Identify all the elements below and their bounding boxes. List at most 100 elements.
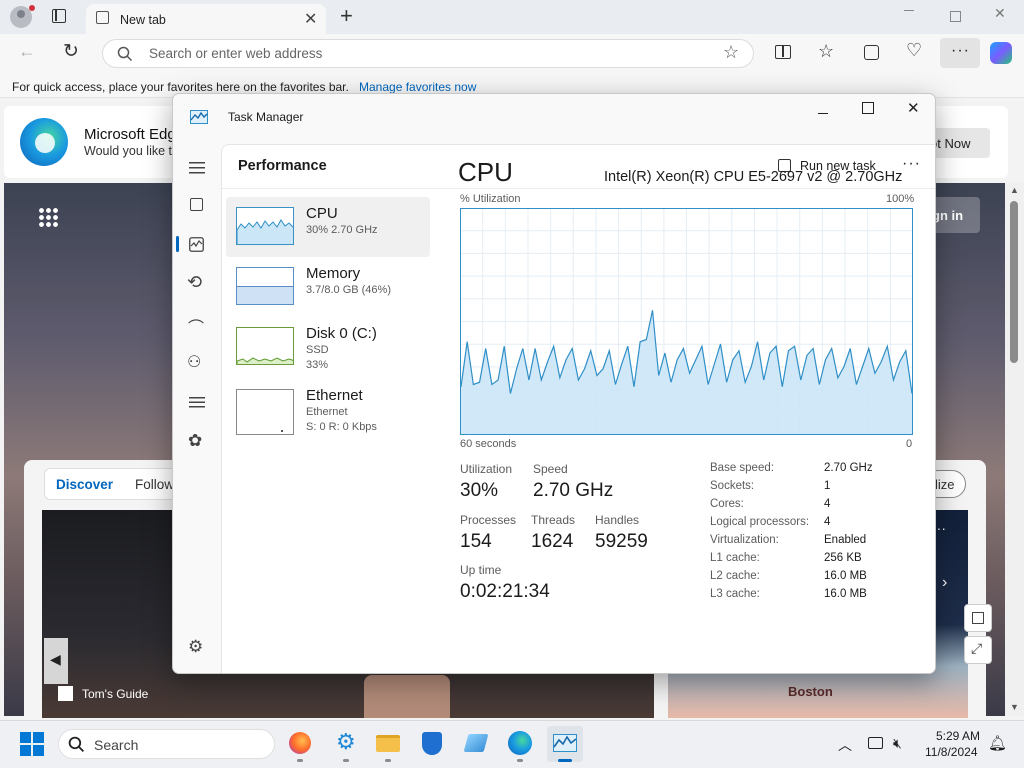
firefox-icon <box>289 732 311 754</box>
close-tab-icon[interactable]: ✕ <box>304 9 317 29</box>
notification-bell-icon[interactable]: 🔔︎ <box>988 734 1007 752</box>
tab-following[interactable]: Follow <box>135 477 174 492</box>
handles-label: Handles <box>595 513 640 527</box>
tab-new-tab[interactable]: New tab ✕ <box>86 4 326 34</box>
folder-icon <box>376 735 400 752</box>
chevron-right-icon[interactable]: › <box>942 574 947 592</box>
services-icon[interactable]: ✿ <box>188 431 202 451</box>
profile-avatar[interactable] <box>10 5 35 28</box>
graph-max-label: 100% <box>886 193 915 205</box>
cpu-heading: CPU <box>458 157 513 187</box>
item-name: Disk 0 (C:) <box>306 325 377 342</box>
taskbar-file-explorer[interactable] <box>370 726 406 762</box>
item-name: Memory <box>306 265 361 282</box>
taskbar-app-gear[interactable]: ⚙ <box>328 726 364 762</box>
startup-apps-icon[interactable]: ⌒ <box>188 314 204 338</box>
carousel-prev-button[interactable]: ◀ <box>44 638 68 684</box>
show-hidden-icons-chevron-icon[interactable]: ︿ <box>838 735 852 755</box>
speed-value: 2.70 GHz <box>533 480 614 501</box>
edge-logo-icon <box>20 118 68 166</box>
hamburger-menu-icon[interactable] <box>189 162 205 174</box>
favorites-icon[interactable]: ☆ <box>818 41 834 62</box>
edit-image-button[interactable] <box>964 604 992 632</box>
collections-icon[interactable] <box>864 45 879 60</box>
vertical-tabs-icon[interactable] <box>52 9 66 23</box>
clock-time[interactable]: 5:29 AM <box>936 729 980 743</box>
search-icon <box>68 736 85 753</box>
expand-icon: ⤢ <box>971 640 983 656</box>
more-options-icon[interactable]: ··· <box>902 155 921 173</box>
window-controls: ✕ <box>880 5 1020 28</box>
taskbar-task-manager[interactable] <box>547 726 583 762</box>
cpu-thumbnail-graph <box>237 219 293 244</box>
taskbar-edge[interactable] <box>502 726 538 762</box>
performance-icon[interactable] <box>189 237 204 252</box>
item-sub: 30% 2.70 GHz <box>306 224 378 236</box>
resource-item-disk[interactable]: Disk 0 (C:) SSD 33% <box>226 317 430 377</box>
close-icon[interactable]: ✕ <box>907 99 920 117</box>
volume-muted-icon[interactable]: 🔇︎ <box>893 735 902 752</box>
close-window-icon[interactable]: ✕ <box>994 5 1006 22</box>
settings-icon[interactable]: ⚙ <box>188 637 203 657</box>
address-placeholder: Search or enter web address <box>149 46 323 61</box>
taskbar-app-pen[interactable] <box>458 726 494 762</box>
ethernet-thumbnail-dot <box>281 430 283 432</box>
item-sub-2: 33% <box>306 359 329 371</box>
tomsguide-logo-icon <box>58 686 73 701</box>
item-name: Ethernet <box>306 387 363 404</box>
copilot-icon[interactable] <box>990 42 1012 64</box>
restore-icon[interactable] <box>950 11 961 22</box>
item-sub-2: S: 0 R: 0 Kbps <box>306 421 377 433</box>
shield-icon <box>422 732 442 755</box>
page-title: Performance <box>238 158 327 174</box>
spec-key: L1 cache: <box>710 552 760 564</box>
utilization-value: 30% <box>460 480 499 501</box>
refresh-icon[interactable]: ↻ <box>63 40 79 63</box>
start-button[interactable] <box>20 732 44 756</box>
gear-app-icon: ⚙ <box>336 729 356 754</box>
taskbar-firefox[interactable] <box>282 726 318 762</box>
uptime-label: Up time <box>460 563 502 577</box>
scroll-up-icon[interactable]: ▲ <box>1010 185 1019 195</box>
minimize-icon[interactable] <box>904 10 914 11</box>
pen-app-icon <box>463 734 489 752</box>
spec-value: 16.0 MB <box>824 570 867 582</box>
edge-icon <box>508 731 532 755</box>
maximize-icon[interactable] <box>862 102 874 114</box>
expand-button[interactable]: ⤢ <box>964 636 992 664</box>
manage-favorites-link[interactable]: Manage favorites now <box>359 80 476 94</box>
windows-logo-icon <box>20 732 44 756</box>
scroll-thumb[interactable] <box>1010 201 1018 363</box>
address-bar[interactable]: Search or enter web address ☆ <box>102 39 754 68</box>
clock-date[interactable]: 11/8/2024 <box>925 745 978 759</box>
apps-grid-icon[interactable] <box>38 207 58 227</box>
app-history-icon[interactable]: ⟲ <box>187 272 202 293</box>
favorite-star-icon[interactable]: ☆ <box>723 42 739 63</box>
resource-item-memory[interactable]: Memory 3.7/8.0 GB (46%) <box>226 257 430 317</box>
back-icon[interactable]: ← <box>18 41 36 62</box>
utilization-label: Utilization <box>460 462 513 476</box>
split-screen-icon[interactable] <box>775 45 791 59</box>
header-divider <box>222 188 935 189</box>
image-icon <box>972 612 984 624</box>
new-tab-icon[interactable]: + <box>340 3 353 29</box>
users-icon[interactable]: ⚇ <box>187 352 201 372</box>
resource-item-cpu[interactable]: CPU 30% 2.70 GHz <box>226 197 430 257</box>
scroll-down-icon[interactable]: ▼ <box>1010 702 1019 712</box>
details-icon[interactable] <box>189 397 205 408</box>
taskbar-search-box[interactable]: Search <box>58 729 275 759</box>
personalize-label: lize <box>935 477 955 492</box>
taskbar-security[interactable] <box>414 726 450 762</box>
news-image-person <box>364 675 450 718</box>
processes-icon[interactable] <box>190 198 203 211</box>
uptime-value: 0:02:21:34 <box>460 581 550 602</box>
more-menu-button[interactable]: ··· <box>940 38 980 68</box>
tab-discover[interactable]: Discover <box>56 477 113 492</box>
page-scrollbar[interactable]: ▲ ▼ <box>1005 183 1024 716</box>
resource-item-ethernet[interactable]: Ethernet Ethernet S: 0 R: 0 Kbps <box>226 383 430 443</box>
minimize-icon[interactable] <box>818 113 828 114</box>
network-icon[interactable] <box>868 737 883 749</box>
more-dots-icon: ··· <box>951 42 970 59</box>
browser-essentials-icon[interactable]: ♡ <box>906 40 922 61</box>
cpu-thumbnail <box>236 207 294 245</box>
